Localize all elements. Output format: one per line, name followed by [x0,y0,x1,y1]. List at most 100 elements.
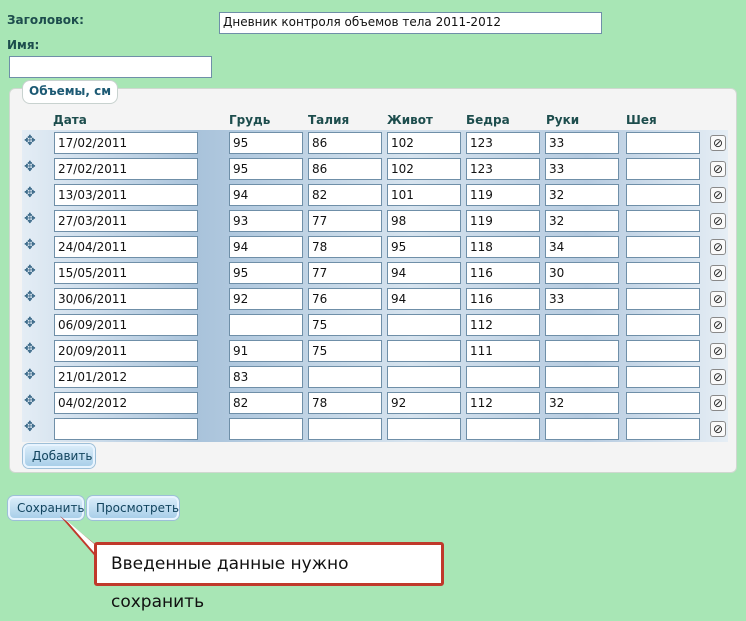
move-handle-icon[interactable]: ✥ [24,134,38,148]
move-handle-icon[interactable]: ✥ [24,186,38,200]
waist-input[interactable]: 77 [308,262,382,284]
hips-input[interactable]: 119 [466,184,540,206]
arms-input[interactable] [545,366,619,388]
waist-input[interactable]: 77 [308,210,382,232]
waist-input[interactable]: 86 [308,158,382,180]
waist-input[interactable] [308,418,382,440]
no-entry-icon[interactable]: ⊘ [710,369,726,385]
chest-input[interactable]: 92 [229,288,303,310]
neck-input[interactable] [626,158,700,180]
neck-input[interactable] [626,340,700,362]
waist-input[interactable]: 75 [308,314,382,336]
arms-input[interactable]: 33 [545,132,619,154]
belly-input[interactable]: 101 [387,184,461,206]
no-entry-icon[interactable]: ⊘ [710,187,726,203]
move-handle-icon[interactable]: ✥ [24,368,38,382]
belly-input[interactable]: 94 [387,288,461,310]
belly-input[interactable]: 95 [387,236,461,258]
no-entry-icon[interactable]: ⊘ [710,213,726,229]
title-input[interactable]: Дневник контроля объемов тела 2011-2012 [219,12,602,34]
arms-input[interactable]: 30 [545,262,619,284]
belly-input[interactable]: 94 [387,262,461,284]
neck-input[interactable] [626,262,700,284]
chest-input[interactable]: 82 [229,392,303,414]
move-handle-icon[interactable]: ✥ [24,420,38,434]
date-input[interactable]: 21/01/2012 [54,366,198,388]
chest-input[interactable]: 95 [229,132,303,154]
move-handle-icon[interactable]: ✥ [24,394,38,408]
chest-input[interactable]: 95 [229,158,303,180]
belly-input[interactable] [387,340,461,362]
save-button[interactable]: Сохранить [8,496,85,520]
move-handle-icon[interactable]: ✥ [24,160,38,174]
date-input[interactable] [54,418,198,440]
hips-input[interactable]: 111 [466,340,540,362]
arms-input[interactable]: 32 [545,210,619,232]
no-entry-icon[interactable]: ⊘ [710,291,726,307]
chest-input[interactable]: 93 [229,210,303,232]
neck-input[interactable] [626,314,700,336]
neck-input[interactable] [626,366,700,388]
arms-input[interactable]: 32 [545,392,619,414]
arms-input[interactable] [545,340,619,362]
date-input[interactable]: 17/02/2011 [54,132,198,154]
neck-input[interactable] [626,132,700,154]
hips-input[interactable]: 112 [466,392,540,414]
hips-input[interactable]: 123 [466,132,540,154]
belly-input[interactable]: 92 [387,392,461,414]
no-entry-icon[interactable]: ⊘ [710,395,726,411]
move-handle-icon[interactable]: ✥ [24,238,38,252]
arms-input[interactable]: 32 [545,184,619,206]
waist-input[interactable]: 86 [308,132,382,154]
belly-input[interactable] [387,314,461,336]
date-input[interactable]: 15/05/2011 [54,262,198,284]
chest-input[interactable]: 94 [229,236,303,258]
waist-input[interactable]: 78 [308,392,382,414]
date-input[interactable]: 06/09/2011 [54,314,198,336]
belly-input[interactable] [387,418,461,440]
date-input[interactable]: 30/06/2011 [54,288,198,310]
waist-input[interactable] [308,366,382,388]
waist-input[interactable]: 76 [308,288,382,310]
waist-input[interactable]: 82 [308,184,382,206]
belly-input[interactable]: 102 [387,158,461,180]
no-entry-icon[interactable]: ⊘ [710,135,726,151]
hips-input[interactable] [466,418,540,440]
waist-input[interactable]: 78 [308,236,382,258]
chest-input[interactable]: 94 [229,184,303,206]
neck-input[interactable] [626,288,700,310]
arms-input[interactable] [545,314,619,336]
belly-input[interactable]: 102 [387,132,461,154]
hips-input[interactable]: 116 [466,262,540,284]
no-entry-icon[interactable]: ⊘ [710,265,726,281]
date-input[interactable]: 24/04/2011 [54,236,198,258]
chest-input[interactable] [229,418,303,440]
hips-input[interactable]: 116 [466,288,540,310]
chest-input[interactable]: 83 [229,366,303,388]
no-entry-icon[interactable]: ⊘ [710,421,726,437]
no-entry-icon[interactable]: ⊘ [710,161,726,177]
name-input[interactable] [9,56,212,78]
no-entry-icon[interactable]: ⊘ [710,343,726,359]
date-input[interactable]: 13/03/2011 [54,184,198,206]
move-handle-icon[interactable]: ✥ [24,342,38,356]
neck-input[interactable] [626,392,700,414]
waist-input[interactable]: 75 [308,340,382,362]
add-row-button[interactable]: Добавить [23,444,95,468]
hips-input[interactable] [466,366,540,388]
date-input[interactable]: 27/03/2011 [54,210,198,232]
arms-input[interactable]: 34 [545,236,619,258]
arms-input[interactable]: 33 [545,288,619,310]
arms-input[interactable] [545,418,619,440]
move-handle-icon[interactable]: ✥ [24,212,38,226]
neck-input[interactable] [626,418,700,440]
neck-input[interactable] [626,210,700,232]
belly-input[interactable]: 98 [387,210,461,232]
preview-button[interactable]: Просмотреть [87,496,179,520]
no-entry-icon[interactable]: ⊘ [710,317,726,333]
move-handle-icon[interactable]: ✥ [24,316,38,330]
chest-input[interactable]: 95 [229,262,303,284]
date-input[interactable]: 04/02/2012 [54,392,198,414]
neck-input[interactable] [626,184,700,206]
date-input[interactable]: 27/02/2011 [54,158,198,180]
